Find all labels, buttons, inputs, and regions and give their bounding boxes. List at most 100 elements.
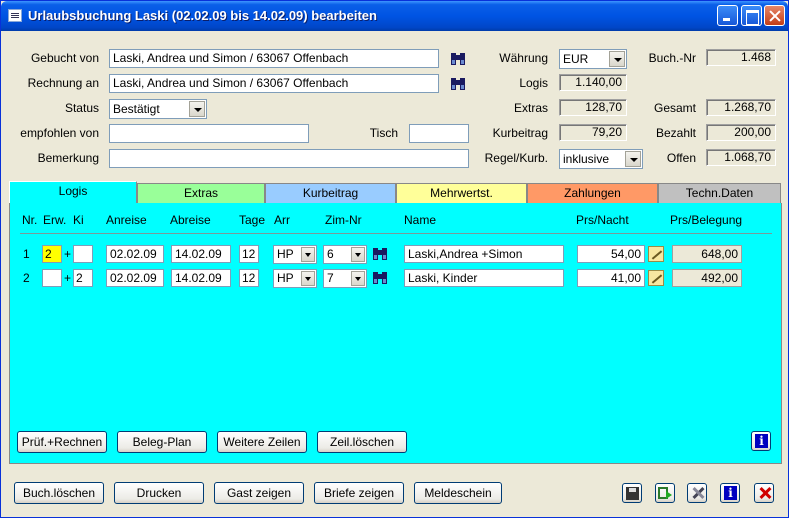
gast-zeigen-button[interactable]: Gast zeigen (214, 482, 304, 504)
exit-button[interactable] (655, 483, 675, 503)
tools-icon (692, 487, 704, 499)
chevron-down-icon (351, 247, 365, 262)
zimnr-select[interactable]: 6 (323, 245, 367, 264)
offen-label: Offen (666, 151, 696, 165)
zeil-loeschen-button[interactable]: Zeil.löschen (317, 431, 407, 453)
name-field[interactable]: Laski,Andrea +Simon (404, 245, 564, 263)
minimize-button[interactable] (717, 5, 738, 26)
title-bar[interactable]: Urlaubsbuchung Laski (02.02.09 bis 14.02… (1, 1, 788, 31)
waehrung-label: Währung (499, 51, 548, 65)
extras-label: Extras (513, 101, 548, 115)
save-icon (626, 487, 639, 500)
weitere-zeilen-button[interactable]: Weitere Zeilen (217, 431, 307, 453)
col-arr: Arr (274, 213, 290, 227)
info-icon: i (755, 434, 768, 448)
pencil-icon[interactable] (648, 246, 664, 262)
zimnr-select[interactable]: 7 (323, 269, 367, 288)
col-anreise: Anreise (106, 213, 147, 227)
kurbeitrag-label: Kurbeitrag (492, 126, 548, 140)
panel-info-button[interactable]: i (751, 431, 771, 451)
col-nr: Nr. (22, 213, 38, 227)
info-button[interactable]: i (720, 483, 740, 503)
tab-kurbeitrag[interactable]: Kurbeitrag (265, 183, 396, 203)
rechnung-an-label: Rechnung an (27, 76, 99, 90)
binoculars-icon[interactable] (450, 76, 466, 91)
chevron-down-icon (351, 271, 365, 286)
tools-button[interactable] (687, 483, 707, 503)
tage-field[interactable]: 12 (239, 245, 259, 263)
col-erw: Erw. (43, 213, 67, 227)
waehrung-select[interactable]: EUR (559, 49, 627, 69)
abreise-field[interactable]: 14.02.09 (171, 245, 231, 263)
tab-mehrwertst[interactable]: Mehrwertst. (396, 183, 527, 203)
pencil-icon[interactable] (648, 270, 664, 286)
drucken-button[interactable]: Drucken (114, 482, 204, 504)
prs-belegung-value: 648,00 (672, 245, 742, 263)
save-button[interactable] (622, 483, 642, 503)
pruef-rechnen-button[interactable]: Prüf.+Rechnen (17, 431, 107, 453)
anreise-field[interactable]: 02.02.09 (106, 269, 164, 287)
zimnr-select-value: 7 (327, 271, 334, 285)
cancel-button[interactable] (754, 483, 774, 503)
briefe-zeigen-button[interactable]: Briefe zeigen (314, 482, 404, 504)
col-name: Name (404, 213, 437, 227)
empfohlen-field[interactable] (109, 124, 309, 143)
tab-bar: Logis Extras Kurbeitrag Mehrwertst. Zahl… (9, 181, 782, 204)
exit-icon (658, 487, 672, 499)
buch-loeschen-button[interactable]: Buch.löschen (14, 482, 104, 504)
bezahlt-value: 200,00 (706, 124, 776, 141)
col-prs-nacht: Prs/Nacht (576, 213, 629, 227)
binoculars-icon[interactable] (372, 246, 388, 261)
bemerkung-field[interactable] (109, 149, 469, 168)
close-button[interactable] (764, 5, 785, 26)
close-icon (759, 487, 771, 499)
erw-field[interactable]: 2 (42, 245, 62, 263)
status-select-value: Bestätigt (113, 102, 160, 116)
maximize-button[interactable] (741, 5, 762, 26)
erw-field[interactable] (42, 269, 62, 287)
arr-select[interactable]: HP (273, 245, 317, 264)
tage-field[interactable]: 12 (239, 269, 259, 287)
regel-label: Regel/Kurb. (484, 151, 548, 165)
status-select[interactable]: Bestätigt (109, 99, 207, 119)
logis-panel: Nr. Erw. Ki Anreise Abreise Tage Arr Zim… (9, 203, 782, 464)
abreise-field[interactable]: 14.02.09 (171, 269, 231, 287)
prs-nacht-field[interactable]: 54,00 (577, 245, 645, 263)
chevron-down-icon (301, 271, 315, 286)
chevron-down-icon (301, 247, 315, 262)
bemerkung-label: Bemerkung (37, 151, 99, 165)
meldeschein-button[interactable]: Meldeschein (414, 482, 502, 504)
anreise-field[interactable]: 02.02.09 (106, 245, 164, 263)
ki-field[interactable] (73, 245, 93, 263)
prs-belegung-value: 492,00 (672, 269, 742, 287)
beleg-plan-button[interactable]: Beleg-Plan (117, 431, 207, 453)
col-tage: Tage (239, 213, 266, 227)
logis-value: 1.140,00 (559, 74, 627, 91)
prs-nacht-field[interactable]: 41,00 (577, 269, 645, 287)
col-zimnr: Zim-Nr (325, 213, 362, 227)
tab-techn-daten[interactable]: Techn.Daten (658, 183, 781, 203)
gebucht-von-field[interactable]: Laski, Andrea und Simon / 63067 Offenbac… (109, 49, 439, 68)
regel-select-value: inklusive (563, 152, 610, 166)
binoculars-icon[interactable] (372, 270, 388, 285)
chevron-down-icon (609, 51, 625, 67)
buchnr-value: 1.468 (706, 49, 776, 66)
binoculars-icon[interactable] (450, 51, 466, 66)
tab-extras[interactable]: Extras (137, 183, 265, 203)
waehrung-select-value: EUR (563, 52, 589, 66)
tisch-field[interactable] (409, 124, 469, 143)
buchnr-label: Buch.-Nr (648, 51, 696, 65)
arr-select[interactable]: HP (273, 269, 317, 288)
ki-field[interactable]: 2 (73, 269, 93, 287)
logis-label: Logis (519, 76, 548, 90)
name-field[interactable]: Laski, Kinder (404, 269, 564, 287)
gesamt-label: Gesamt (653, 101, 696, 115)
chevron-down-icon (189, 101, 205, 117)
tab-zahlungen[interactable]: Zahlungen (527, 183, 658, 203)
row-number: 1 (23, 247, 30, 261)
row-number: 2 (23, 271, 30, 285)
booking-window: Urlaubsbuchung Laski (02.02.09 bis 14.02… (0, 0, 789, 518)
col-ki: Ki (73, 213, 84, 227)
rechnung-an-field[interactable]: Laski, Andrea und Simon / 63067 Offenbac… (109, 74, 439, 93)
tab-logis[interactable]: Logis (9, 181, 137, 204)
